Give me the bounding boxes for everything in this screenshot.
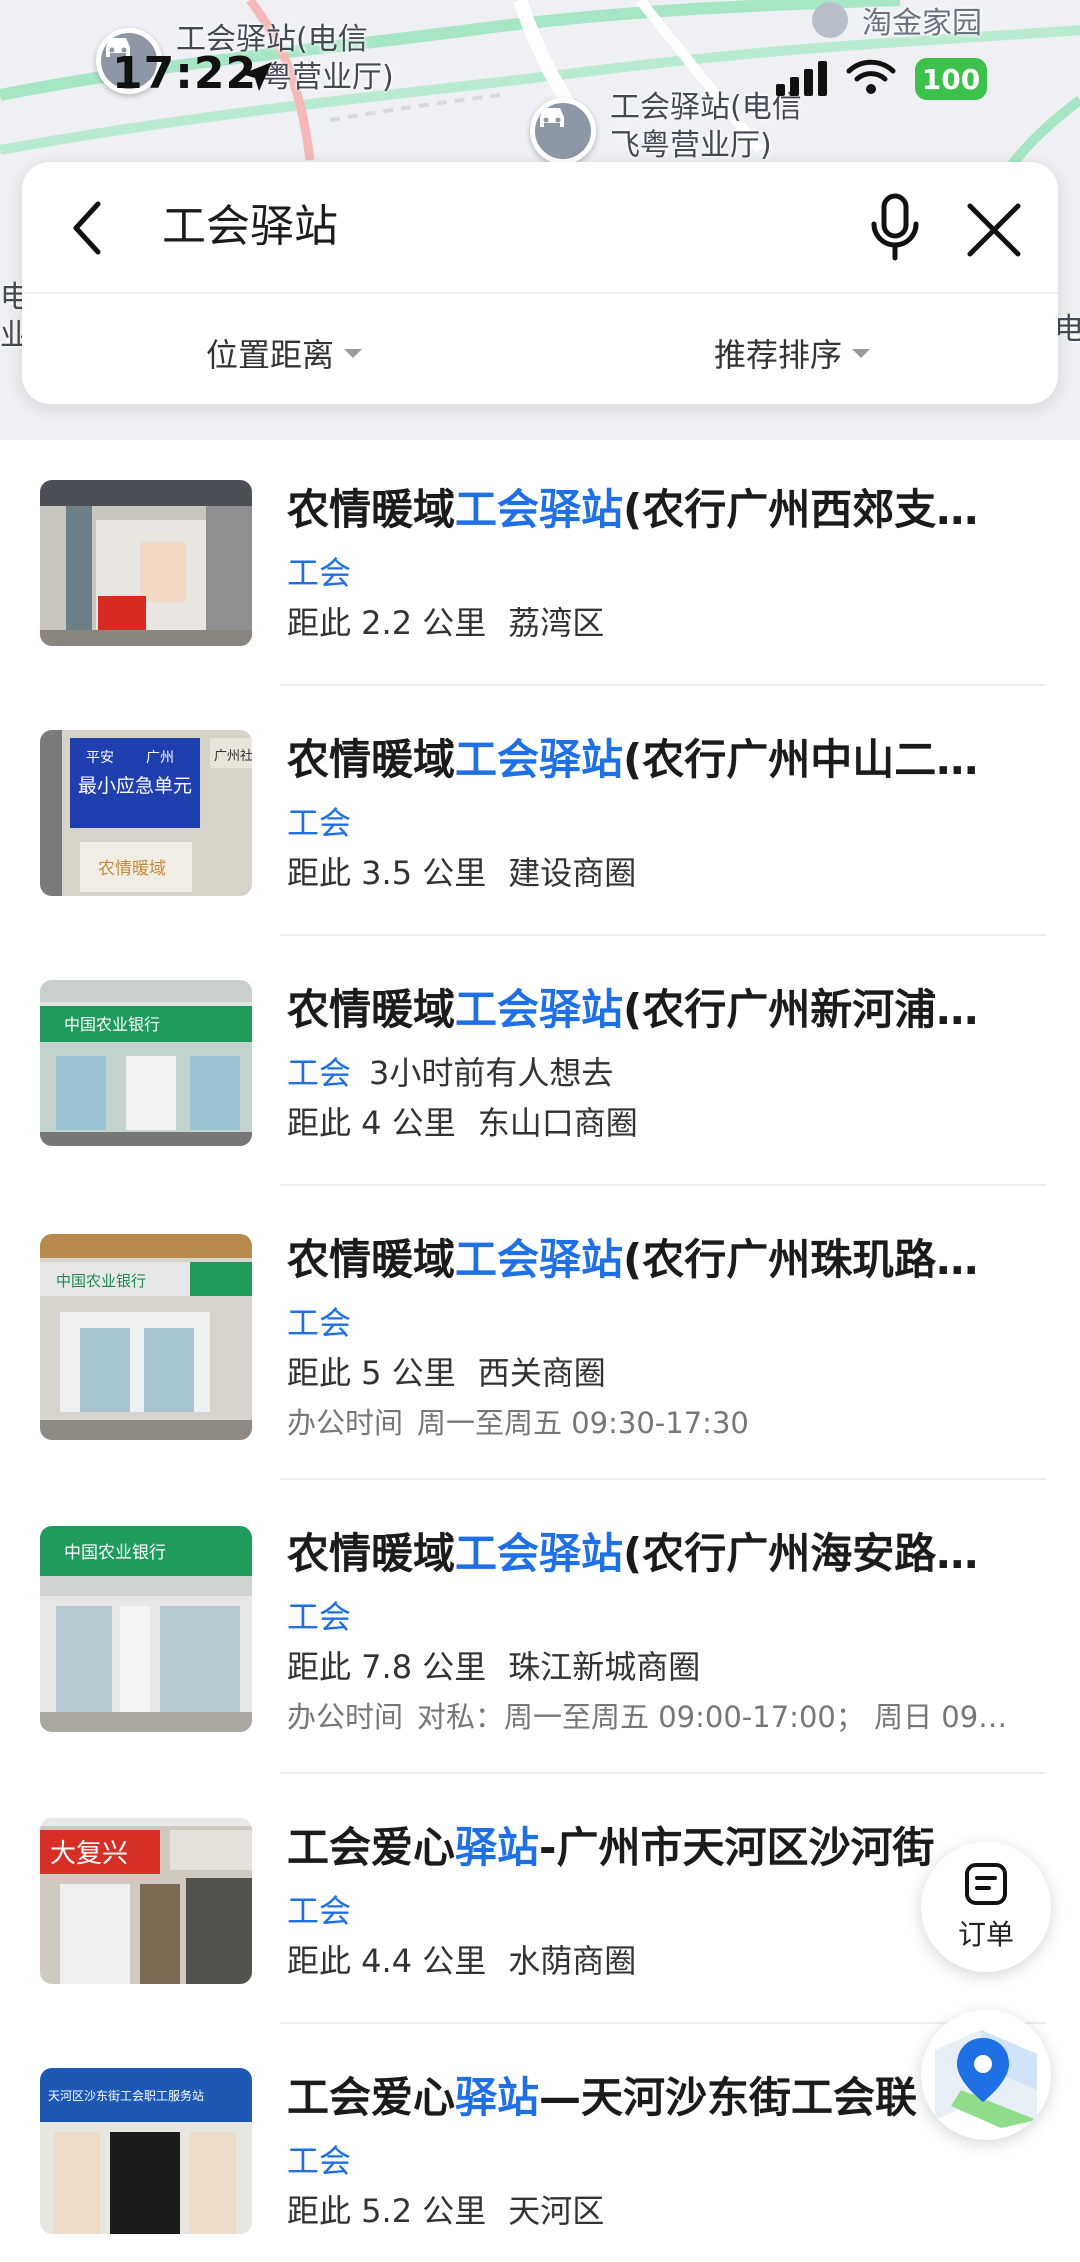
result-item[interactable]: 农情暖域工会驿站(农行广州西郊支… 工会 距此 2.2 公里 荔湾区 (0, 436, 1080, 684)
back-icon[interactable] (60, 198, 120, 258)
svg-text:中国农业银行: 中国农业银行 (64, 1543, 166, 1563)
result-category: 工会 (287, 554, 352, 592)
wifi-icon (846, 59, 896, 94)
result-category: 工会 (287, 1892, 352, 1930)
result-distance: 距此 5.2 公里 天河区 (287, 2192, 605, 2230)
filter-label: 位置距离 (206, 336, 335, 374)
result-thumbnail: 天河区沙东街工会职工服务站 (40, 2068, 252, 2234)
map-location-icon (935, 2030, 1037, 2128)
result-title: 农情暖域工会驿站(农行广州新河浦… (287, 985, 979, 1034)
result-thumbnail (40, 480, 252, 646)
status-bar: 17:22 100 (0, 0, 1080, 150)
caret-down-icon (344, 348, 363, 358)
result-thumbnail: 平安 广州 最小应急单元 农情暖域 广州社 (40, 730, 252, 896)
orders-button[interactable]: 订单 (921, 1842, 1051, 1972)
result-thumbnail: 中国农业银行 (40, 980, 252, 1146)
result-hours: 办公时间 周一至周五 09:30-17:30 (287, 1406, 749, 1440)
result-title: 农情暖域工会驿站(农行广州海安路… (287, 1529, 979, 1578)
result-title: 农情暖域工会驿站(农行广州中山二… (287, 735, 979, 784)
result-thumbnail: 中国农业银行 (40, 1234, 252, 1440)
search-card: 工会驿站 位置距离 推荐排序 (22, 162, 1058, 404)
result-title: 工会爱心驿站—天河沙东街工会联 (287, 2073, 918, 2122)
result-distance: 距此 4.4 公里 水荫商圈 (287, 1942, 637, 1980)
divider (280, 432, 1046, 434)
result-distance: 距此 3.5 公里 建设商圈 (287, 854, 637, 892)
result-thumbnail: 中国农业银行 (40, 1526, 252, 1732)
result-category: 工会 (287, 1598, 352, 1636)
result-category: 工会 (287, 1304, 352, 1342)
order-list-icon (965, 1863, 1007, 1905)
result-title: 农情暖域工会驿站(农行广州珠玑路… (287, 1235, 979, 1284)
result-item[interactable]: 中国农业银行 农情暖域工会驿站(农行广州珠玑路… 工会 距此 5 公里 西关商圈 … (0, 1186, 1080, 1478)
filter-sort[interactable]: 推荐排序 (714, 330, 871, 376)
result-item[interactable]: 平安 广州 最小应急单元 农情暖域 广州社 农情暖域工会驿站(农行广州中山二… … (0, 686, 1080, 934)
battery-indicator: 100 (915, 58, 987, 100)
result-distance: 距此 5 公里 西关商圈 (287, 1354, 606, 1392)
divider (22, 292, 1058, 294)
result-category: 工会 (287, 804, 352, 842)
filter-label: 推荐排序 (714, 336, 843, 374)
caret-down-icon (852, 348, 871, 358)
result-thumbnail: 大复兴 (40, 1818, 252, 1984)
result-item[interactable]: 大复兴 工会爱心驿站-广州市天河区沙河街 工会 距此 4.4 公里 水荫商圈 (0, 1774, 1080, 2022)
svg-text:平安: 平安 (86, 750, 114, 766)
result-hours: 办公时间 对私：周一至周五 09:00-17:00； 周日 09… (287, 1700, 1008, 1734)
search-bar: 工会驿站 (22, 162, 1058, 292)
svg-text:广州社: 广州社 (214, 748, 252, 764)
result-item[interactable]: 天河区沙东街工会职工服务站 工会爱心驿站—天河沙东街工会联 工会 距此 5.2 … (0, 2024, 1080, 2262)
result-category: 工会 (287, 2142, 352, 2180)
svg-text:广州: 广州 (146, 750, 174, 766)
close-icon[interactable] (962, 198, 1026, 262)
result-distance: 距此 4 公里 东山口商圈 (287, 1104, 638, 1142)
map-locate-button[interactable] (921, 2010, 1051, 2140)
svg-text:农情暖域: 农情暖域 (98, 859, 166, 879)
result-title: 工会爱心驿站-广州市天河区沙河街 (287, 1823, 935, 1872)
filter-distance[interactable]: 位置距离 (206, 330, 363, 376)
svg-text:大复兴: 大复兴 (50, 1839, 128, 1869)
svg-text:天河区沙东街工会职工服务站: 天河区沙东街工会职工服务站 (48, 2088, 204, 2103)
result-category: 工会 3小时前有人想去 (287, 1054, 614, 1092)
result-item[interactable]: 中国农业银行 农情暖域工会驿站(农行广州新河浦… 工会 3小时前有人想去 距此 4… (0, 936, 1080, 1184)
result-distance: 距此 2.2 公里 荔湾区 (287, 604, 605, 642)
status-time: 17:22 (112, 48, 258, 99)
signal-icon (776, 61, 827, 96)
svg-text:最小应急单元: 最小应急单元 (78, 775, 192, 797)
svg-text:中国农业银行: 中国农业银行 (64, 1015, 160, 1034)
location-arrow-icon (242, 62, 272, 91)
microphone-icon[interactable] (860, 192, 930, 264)
svg-text:中国农业银行: 中国农业银行 (56, 1272, 146, 1290)
result-title: 农情暖域工会驿站(农行广州西郊支… (287, 485, 979, 534)
search-input[interactable]: 工会驿站 (162, 194, 762, 260)
result-distance: 距此 7.8 公里 珠江新城商圈 (287, 1648, 701, 1686)
result-item[interactable]: 中国农业银行 农情暖域工会驿站(农行广州海安路… 工会 距此 7.8 公里 珠江新… (0, 1480, 1080, 1772)
orders-label: 订单 (957, 1918, 1014, 1951)
